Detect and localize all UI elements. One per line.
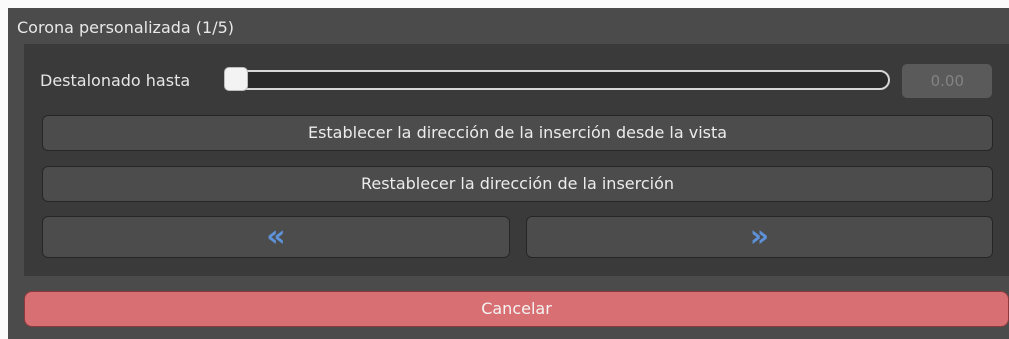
double-chevron-right-icon: » — [749, 219, 770, 254]
reset-insertion-direction-button[interactable]: Restablecer la dirección de la inserción — [42, 166, 993, 202]
undercut-slider-handle[interactable] — [224, 67, 248, 91]
undercut-value-field[interactable]: 0.00 — [902, 64, 992, 98]
set-insertion-direction-button[interactable]: Establecer la dirección de la inserción … — [42, 115, 993, 151]
undercut-slider-track[interactable] — [232, 70, 890, 90]
cancel-button[interactable]: Cancelar — [24, 291, 1009, 327]
next-button[interactable]: » — [526, 216, 993, 258]
previous-button[interactable]: « — [42, 216, 510, 258]
panel-title: Corona personalizada (1/5) — [17, 18, 235, 37]
undercut-slider-label: Destalonado hasta — [40, 71, 191, 90]
double-chevron-left-icon: « — [266, 219, 286, 254]
